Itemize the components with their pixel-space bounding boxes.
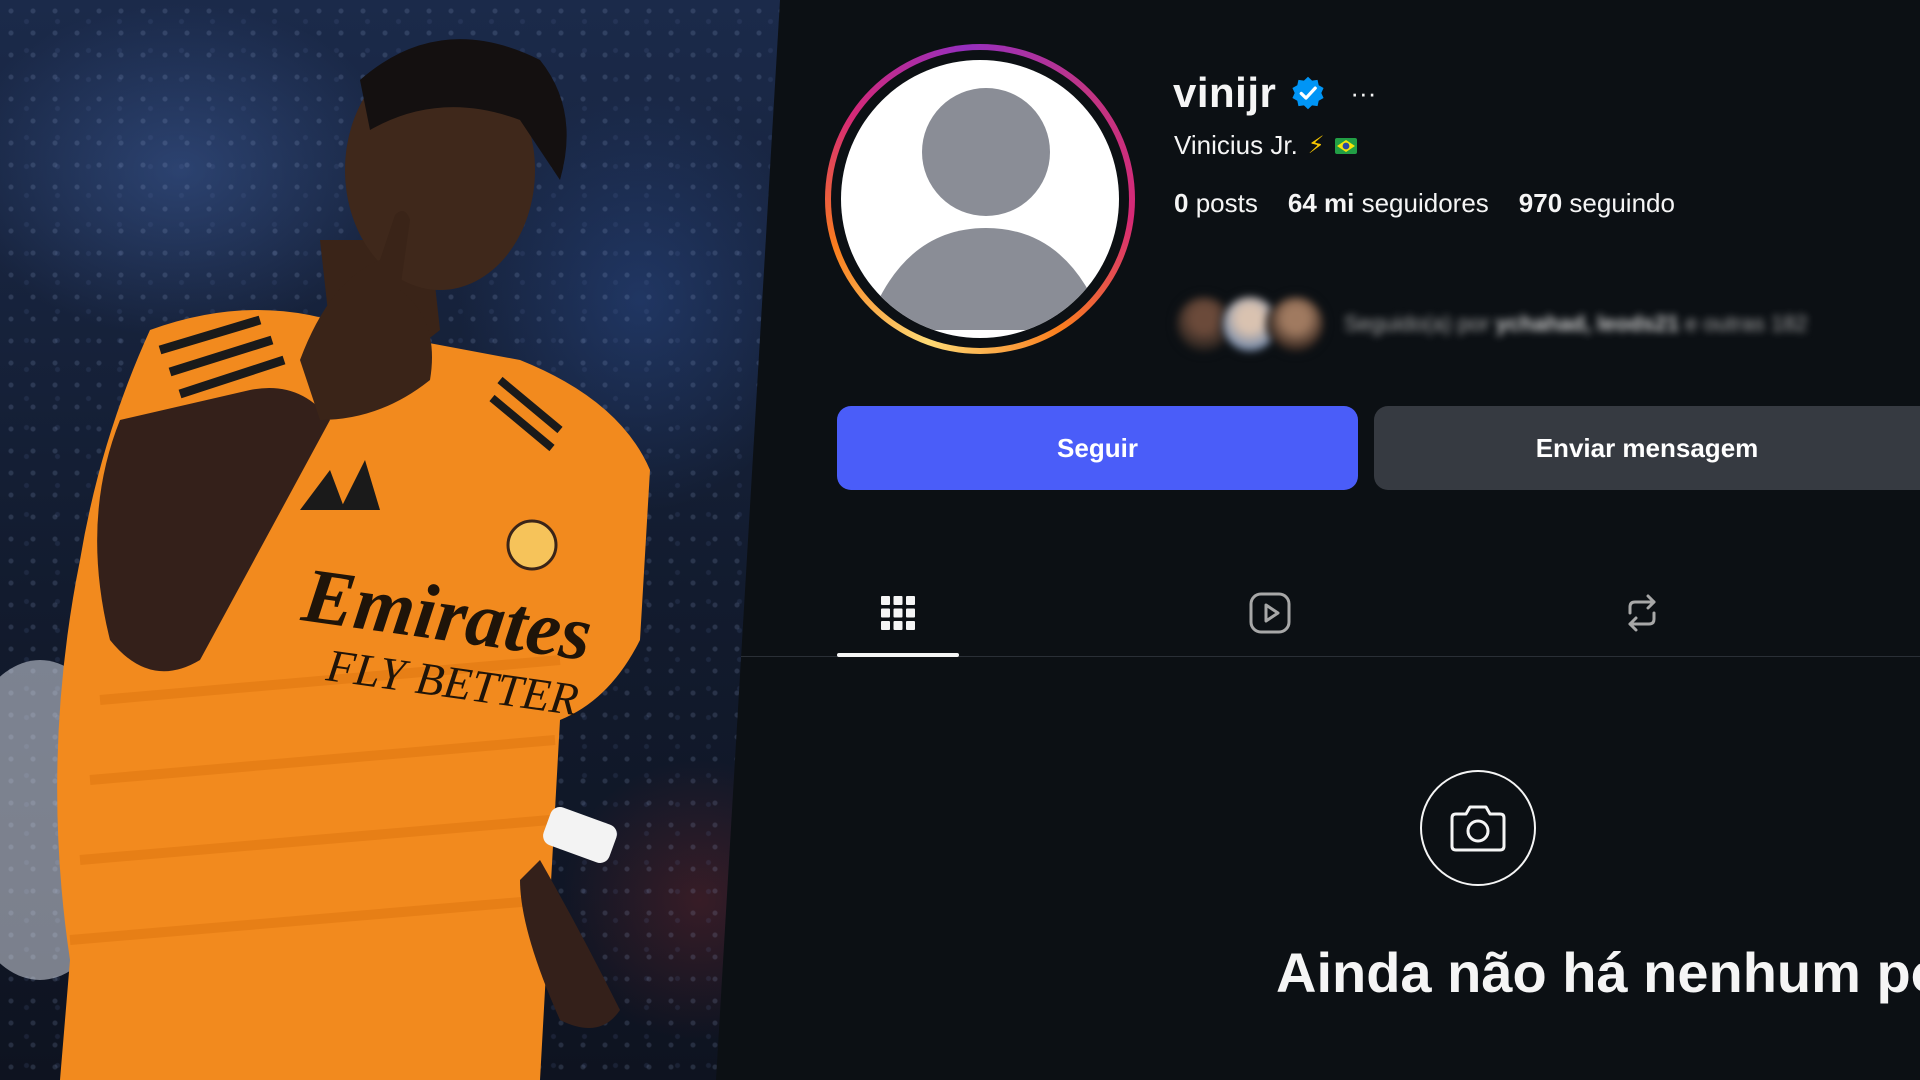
camera-icon xyxy=(1450,805,1506,852)
brazil-flag-icon xyxy=(1334,137,1357,154)
mutual-avatars xyxy=(1174,294,1326,354)
tab-reposts[interactable] xyxy=(1581,570,1703,656)
verified-badge-icon xyxy=(1292,76,1324,110)
instagram-profile: vinijr ··· Vinicius Jr. ⚡ 0 posts 64 mi … xyxy=(716,0,1920,1080)
tab-reels[interactable] xyxy=(1209,570,1331,656)
empty-state-title: Ainda não há nenhum post xyxy=(1276,941,1920,1004)
more-options-icon[interactable]: ··· xyxy=(1350,80,1376,106)
posts-stat[interactable]: 0 posts xyxy=(1174,188,1258,219)
send-message-button[interactable]: Enviar mensagem xyxy=(1374,406,1920,490)
story-ring[interactable] xyxy=(825,44,1135,354)
username: vinijr xyxy=(1173,69,1277,116)
following-stat[interactable]: 970 seguindo xyxy=(1519,188,1675,219)
tab-posts[interactable] xyxy=(837,570,959,657)
empty-posts-state: Ainda não há nenhum post xyxy=(716,760,1920,1020)
player-illustration: Emirates FLY BETTER xyxy=(0,39,650,1080)
profile-avatar xyxy=(841,60,1119,338)
profile-stats: 0 posts 64 mi seguidores 970 seguindo xyxy=(1174,188,1675,219)
full-name-row: Vinicius Jr. ⚡ xyxy=(1174,130,1357,161)
camera-circle xyxy=(1420,770,1536,886)
bolt-emoji: ⚡ xyxy=(1307,132,1325,159)
profile-tabs xyxy=(741,570,1920,657)
default-avatar-icon xyxy=(866,88,1106,330)
full-name: Vinicius Jr. xyxy=(1174,130,1298,160)
follow-button[interactable]: Seguir xyxy=(837,406,1358,490)
followed-by[interactable]: Seguido(a) por ychahad, leods21 e outras… xyxy=(1174,294,1808,354)
mutual-avatar xyxy=(1266,294,1326,354)
followed-by-text: Seguido(a) por ychahad, leods21 e outras… xyxy=(1344,311,1808,336)
player-photo: Emirates FLY BETTER xyxy=(0,0,780,1080)
reels-icon xyxy=(1249,592,1291,634)
grid-icon xyxy=(881,596,915,630)
repost-icon xyxy=(1628,594,1656,632)
followers-stat[interactable]: 64 mi seguidores xyxy=(1288,188,1489,219)
username-row: vinijr ··· xyxy=(1173,66,1376,120)
